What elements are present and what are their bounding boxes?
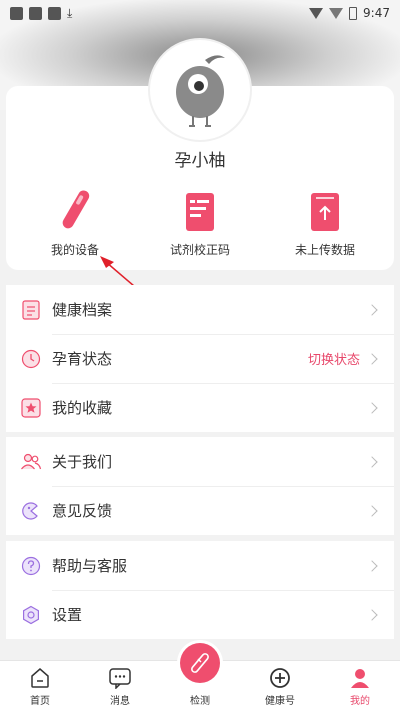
nav-label: 我的 — [350, 696, 370, 707]
star-favorite-icon — [21, 397, 41, 418]
nav-health-account[interactable]: 健康号 — [250, 661, 310, 712]
chevron-right-icon — [366, 504, 378, 517]
nav-label: 健康号 — [265, 696, 295, 707]
username: 孕小柚 — [174, 151, 226, 171]
people-icon — [21, 453, 42, 469]
chevron-right-icon — [366, 608, 378, 621]
status-bar: ⤓ 9:47 — [0, 0, 400, 26]
chevron-right-icon — [366, 303, 378, 316]
menu-label: 设置 — [52, 606, 83, 624]
download-icon: ⤓ — [67, 5, 73, 20]
menu-health-record[interactable]: 健康档案 — [6, 285, 394, 334]
quick-label: 试剂校正码 — [169, 243, 230, 257]
menu-label: 意见反馈 — [52, 502, 113, 520]
notification-icon — [48, 6, 61, 20]
wifi-icon — [309, 7, 324, 19]
nav-mine[interactable]: 我的 — [330, 661, 390, 712]
menu-pregnancy-status[interactable]: 孕育状态 切换状态 — [6, 334, 394, 383]
menu-label: 帮助与客服 — [52, 557, 128, 575]
notification-icon — [10, 6, 23, 20]
menu-label: 孕育状态 — [52, 350, 113, 368]
quick-label: 未上传数据 — [294, 243, 355, 257]
menu-help-service[interactable]: 帮助与客服 — [6, 541, 394, 590]
test-pen-icon — [62, 190, 90, 229]
menu-group-about: 关于我们 意见反馈 — [6, 437, 394, 535]
clock-icon — [21, 349, 41, 368]
menu-group-health: 健康档案 孕育状态 切换状态 我的收藏 — [6, 285, 394, 432]
chevron-right-icon — [366, 401, 378, 414]
menu-group-settings: 帮助与客服 设置 — [6, 541, 394, 639]
detect-button[interactable] — [180, 643, 220, 683]
quick-reagent-code[interactable]: 试剂校正码 — [135, 190, 265, 260]
nav-home[interactable]: 首页 — [10, 661, 70, 712]
menu-label: 关于我们 — [52, 453, 113, 471]
menu-about-us[interactable]: 关于我们 — [6, 437, 394, 486]
signal-icon — [329, 7, 344, 19]
upload-document-icon — [311, 193, 339, 231]
nav-label: 消息 — [110, 696, 130, 707]
nav-messages[interactable]: 消息 — [90, 661, 150, 712]
health-record-icon — [22, 299, 40, 320]
menu-label: 健康档案 — [52, 301, 113, 319]
switch-status-link[interactable]: 切换状态 — [308, 349, 360, 368]
mascot-avatar-icon — [176, 55, 225, 127]
quick-my-device[interactable]: 我的设备 — [10, 190, 140, 260]
question-icon — [21, 556, 41, 575]
detect-pen-icon — [191, 653, 209, 673]
home-icon — [31, 668, 49, 688]
notification-icon — [29, 6, 42, 20]
quick-label: 我的设备 — [50, 243, 99, 257]
menu-feedback[interactable]: 意见反馈 — [6, 486, 394, 535]
avatar[interactable] — [150, 40, 250, 140]
quick-unuploaded-data[interactable]: 未上传数据 — [260, 190, 390, 260]
settings-icon — [22, 605, 39, 624]
feedback-icon — [22, 501, 38, 520]
chevron-right-icon — [366, 455, 378, 468]
chevron-right-icon — [366, 559, 378, 572]
nav-label: 首页 — [30, 696, 50, 707]
menu-my-favorites[interactable]: 我的收藏 — [6, 383, 394, 432]
chevron-right-icon — [366, 352, 378, 365]
status-time: 9:47 — [363, 6, 390, 20]
plus-circle-icon — [270, 668, 290, 688]
message-icon — [109, 668, 131, 689]
battery-icon — [349, 6, 358, 20]
menu-label: 我的收藏 — [52, 399, 113, 417]
nav-label: 检测 — [190, 696, 210, 707]
reagent-card-icon — [186, 193, 214, 231]
profile-icon — [351, 669, 369, 688]
menu-settings[interactable]: 设置 — [6, 590, 394, 639]
